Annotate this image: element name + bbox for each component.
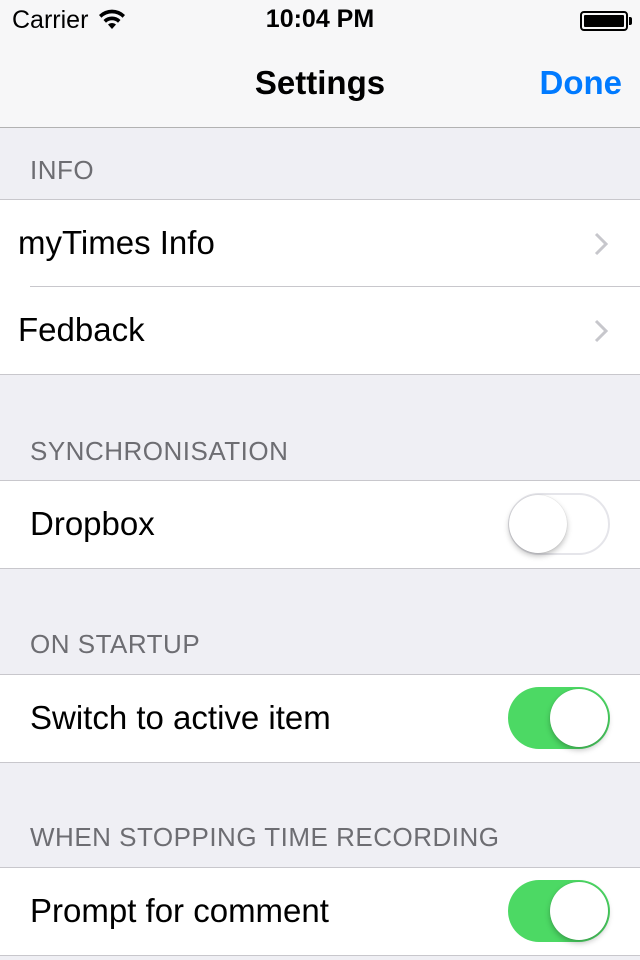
sync-group: Dropbox [0,480,640,569]
status-bar: Carrier 10:04 PM [0,0,640,40]
dropbox-switch[interactable] [508,493,610,555]
cell-label: Fedback [18,311,145,348]
cell-switch-active-item: Switch to active item [0,675,640,762]
cell-feedback[interactable]: Fedback [0,287,640,374]
cell-mytimes-info[interactable]: myTimes Info [0,200,640,287]
battery-icon [580,11,632,31]
cell-prompt-comment: Prompt for comment [0,868,640,955]
cell-label: Prompt for comment [30,892,329,929]
status-time: 10:04 PM [265,5,375,33]
stopping-group: Prompt for comment [0,867,640,956]
cell-label: Switch to active item [30,699,331,736]
switch-knob [550,689,608,747]
section-header-info: INFO [30,155,95,185]
chevron-right-icon [594,319,608,343]
section-header-stopping: WHEN STOPPING TIME RECORDING [30,822,500,852]
startup-group: Switch to active item [0,674,640,763]
navigation-bar: Settings Done [0,40,640,128]
prompt-comment-switch[interactable] [508,880,610,942]
switch-knob [550,882,608,940]
info-group: myTimes Info Fedback [0,199,640,375]
done-button[interactable]: Done [540,64,623,102]
cell-label: Dropbox [30,505,155,542]
cell-dropbox: Dropbox [0,481,640,568]
section-header-sync: SYNCHRONISATION [30,436,289,466]
cell-label: myTimes Info [18,224,215,261]
switch-active-item-switch[interactable] [508,687,610,749]
chevron-right-icon [594,232,608,256]
switch-knob [509,495,567,553]
section-header-startup: ON STARTUP [30,629,201,659]
